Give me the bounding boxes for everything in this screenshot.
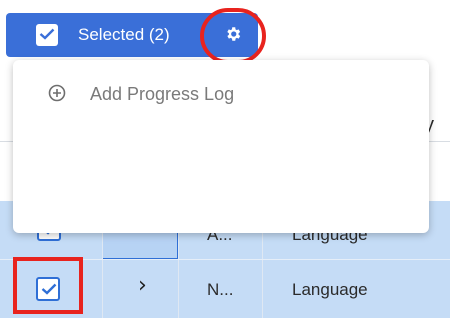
row-type-cell: Language: [292, 280, 368, 299]
column-divider: [262, 260, 263, 318]
annotation-highlight-gear: [200, 8, 266, 64]
column-divider: [102, 260, 103, 318]
column-divider: [178, 260, 179, 318]
selected-checkbox[interactable]: [36, 24, 58, 46]
selected-count-label: Selected (2): [78, 25, 170, 44]
menu-item-add-progress-log[interactable]: Add Progress Log: [13, 78, 429, 112]
selected-count-button[interactable]: Selected (2): [6, 13, 208, 57]
chevron-right-icon[interactable]: ›: [138, 273, 147, 298]
menu-item-label: Add Progress Log: [90, 84, 235, 104]
plus-circle-icon: [48, 84, 66, 102]
check-icon: [39, 28, 55, 40]
annotation-highlight-checkbox: [13, 257, 83, 314]
bulk-actions-menu: Add Progress Log: [13, 60, 429, 233]
row-name-cell: N...: [207, 280, 234, 299]
